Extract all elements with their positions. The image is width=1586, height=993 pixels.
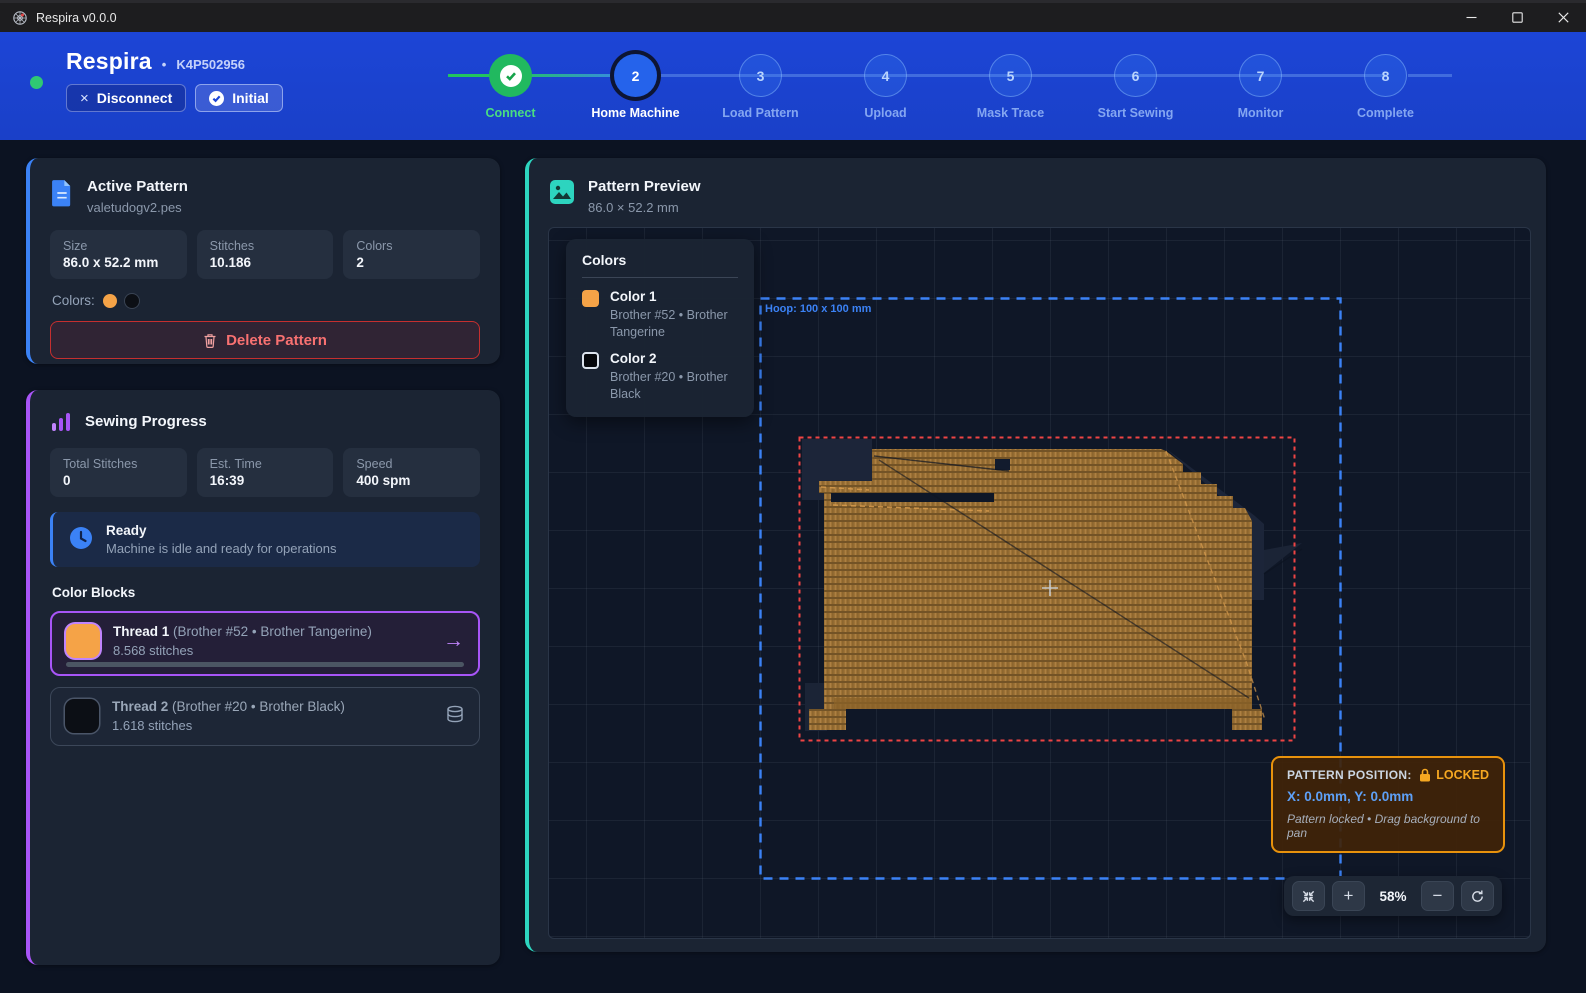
machine-status: Ready Machine is idle and ready for oper…	[50, 512, 480, 567]
app-window: Respira v0.0.0 Respira • K4P502956 ×	[0, 0, 1586, 993]
step-load-pattern[interactable]: 3 Load Pattern	[698, 54, 823, 120]
stat-stitches: Stitches 10.186	[197, 230, 334, 279]
preview-canvas[interactable]: Hoop: 100 x 100 mm Colors Color 1 Brothe…	[548, 227, 1531, 939]
legend-title: Colors	[582, 252, 738, 268]
file-icon	[50, 179, 74, 207]
x-icon: ×	[80, 90, 89, 107]
color-swatch-orange	[103, 294, 117, 308]
position-coordinates: X: 0.0mm, Y: 0.0mm	[1287, 789, 1489, 804]
lock-icon	[1419, 768, 1431, 782]
disconnect-label: Disconnect	[97, 90, 172, 106]
step-complete[interactable]: 8 Complete	[1323, 54, 1448, 120]
close-button[interactable]	[1540, 3, 1586, 32]
pattern-position-overlay: PATTERN POSITION: LOCKED X: 0.0mm, Y: 0.…	[1271, 756, 1505, 853]
status-title: Ready	[106, 523, 337, 538]
stat-speed: Speed 400 spm	[343, 448, 480, 497]
disconnect-button[interactable]: × Disconnect	[66, 84, 186, 112]
zoom-in-button[interactable]: +	[1332, 881, 1365, 911]
check-icon	[500, 65, 522, 87]
thread-swatch	[65, 699, 99, 733]
sewing-progress-card: Sewing Progress Total Stitches 0 Est. Ti…	[26, 390, 500, 965]
step-home-machine[interactable]: 2 Home Machine	[573, 54, 698, 120]
image-icon	[549, 179, 575, 205]
step-monitor[interactable]: 7 Monitor	[1198, 54, 1323, 120]
stat-total-stitches: Total Stitches 0	[50, 448, 187, 497]
step-start-sewing[interactable]: 6 Start Sewing	[1073, 54, 1198, 120]
color2-swatch	[582, 352, 599, 369]
initial-button[interactable]: Initial	[195, 84, 283, 112]
step-connect[interactable]: Connect	[448, 54, 573, 120]
status-text: Machine is idle and ready for operations	[106, 541, 337, 556]
titlebar: Respira v0.0.0	[0, 0, 1586, 32]
fit-view-button[interactable]	[1292, 881, 1325, 911]
zoom-out-button[interactable]: −	[1421, 881, 1454, 911]
hoop-size-label: Hoop: 100 x 100 mm	[765, 303, 871, 315]
stat-est-time: Est. Time 16:39	[197, 448, 334, 497]
delete-pattern-button[interactable]: Delete Pattern	[50, 321, 480, 359]
zoom-level: 58%	[1372, 889, 1414, 904]
position-label: PATTERN POSITION:	[1287, 768, 1412, 782]
stat-colors: Colors 2	[343, 230, 480, 279]
colors-legend: Colors Color 1 Brother #52 • Brother Tan…	[566, 239, 754, 417]
app-icon	[12, 10, 28, 26]
layers-icon	[445, 704, 465, 729]
card-title: Active Pattern	[87, 178, 188, 195]
zoom-toolbar: + 58% −	[1284, 876, 1502, 916]
initial-label: Initial	[232, 90, 269, 106]
window-title: Respira v0.0.0	[36, 11, 117, 25]
reset-view-button[interactable]	[1461, 881, 1494, 911]
minimize-button[interactable]	[1448, 3, 1494, 32]
color1-swatch	[582, 290, 599, 307]
position-hint: Pattern locked • Drag background to pan	[1287, 812, 1489, 840]
color-swatch-black	[125, 294, 139, 308]
brand-name: Respira	[66, 48, 152, 75]
pattern-preview-card: Pattern Preview 86.0 × 52.2 mm	[525, 158, 1546, 952]
legend-item-color2: Color 2 Brother #20 • Brother Black	[582, 351, 738, 403]
pattern-dimensions: 86.0 × 52.2 mm	[588, 200, 701, 215]
trash-icon	[203, 333, 217, 348]
arrow-right-icon: →	[443, 629, 464, 653]
stat-size: Size 86.0 x 52.2 mm	[50, 230, 187, 279]
color-blocks-label: Color Blocks	[30, 567, 500, 600]
clock-icon	[68, 525, 94, 551]
legend-item-color1: Color 1 Brother #52 • Brother Tangerine	[582, 289, 738, 341]
connection-status-dot	[30, 76, 43, 89]
maximize-button[interactable]	[1494, 3, 1540, 32]
bullet-separator: •	[162, 57, 167, 72]
thread-progress-bar	[66, 662, 464, 667]
card-title: Sewing Progress	[85, 413, 207, 430]
colors-label: Colors:	[52, 293, 95, 308]
app-header: Respira • K4P502956 × Disconnect Initial	[0, 32, 1586, 140]
active-pattern-card: Active Pattern valetudogv2.pes Size 86.0…	[26, 158, 500, 364]
step-upload[interactable]: 4 Upload	[823, 54, 948, 120]
step-mask-trace[interactable]: 5 Mask Trace	[948, 54, 1073, 120]
locked-status: LOCKED	[1436, 768, 1489, 782]
workflow-stepper: Connect 2 Home Machine 3 Load Pattern 4 …	[448, 54, 1448, 120]
bar-chart-icon	[50, 411, 72, 433]
thread-swatch	[66, 624, 100, 658]
card-title: Pattern Preview	[588, 178, 701, 195]
pattern-filename: valetudogv2.pes	[87, 200, 188, 215]
thread-block-1[interactable]: Thread 1 (Brother #52 • Brother Tangerin…	[50, 611, 480, 676]
step-circle-done	[489, 54, 532, 97]
thread-block-2[interactable]: Thread 2 (Brother #20 • Brother Black) 1…	[50, 687, 480, 746]
machine-serial: K4P502956	[176, 57, 245, 72]
check-icon	[209, 91, 224, 106]
